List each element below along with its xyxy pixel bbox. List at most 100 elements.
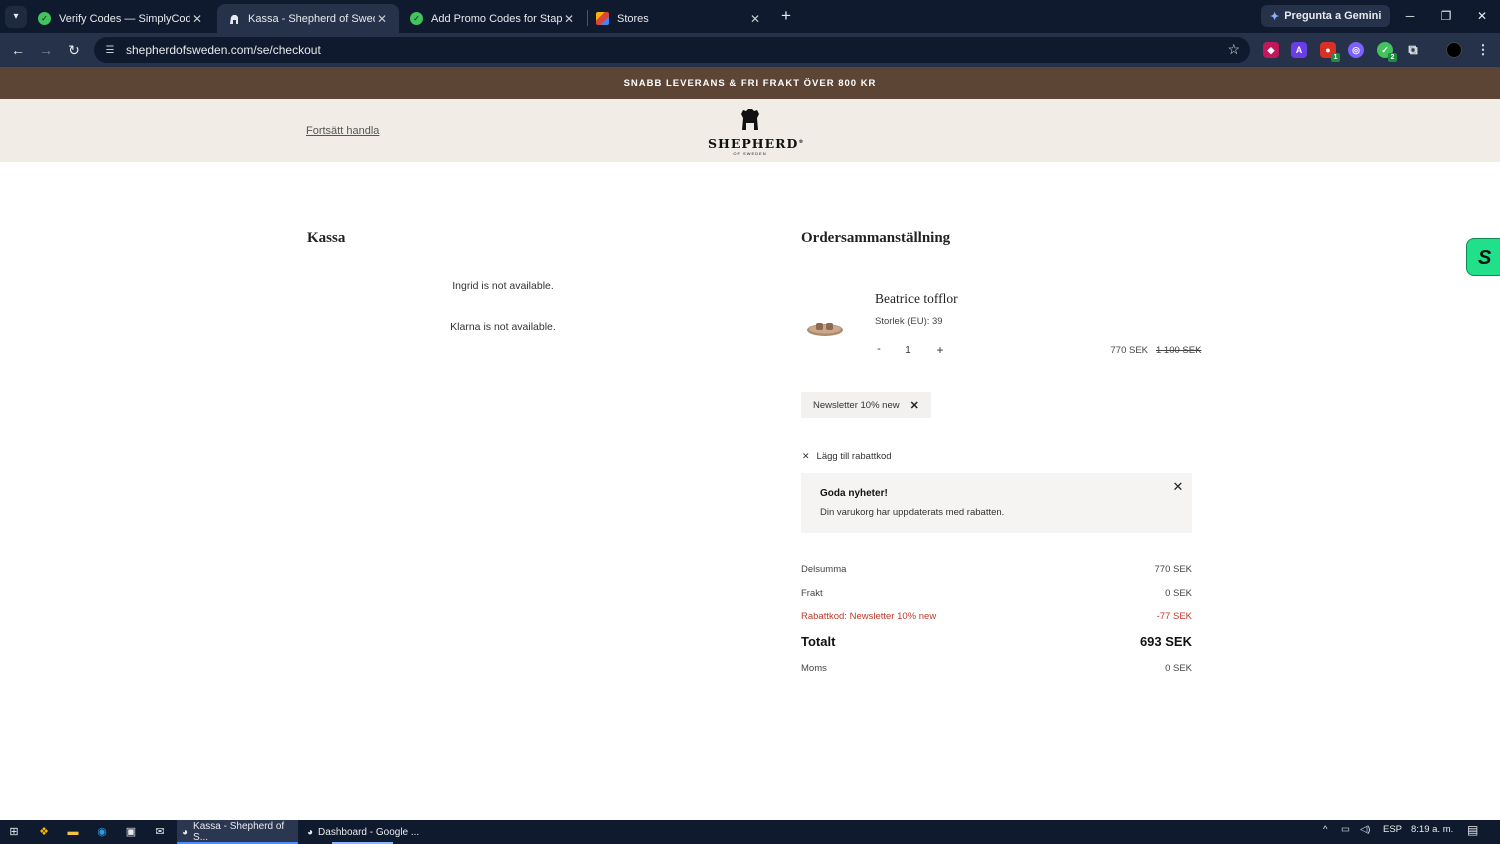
subtotal-row: Delsumma 770 SEK — [801, 564, 1192, 575]
order-summary-heading: Ordersammanställning — [801, 230, 951, 246]
discount-value: -77 SEK — [1156, 611, 1192, 622]
taskbar-app-dashboard[interactable]: ◕ Dashboard - Google ... — [302, 820, 423, 844]
url-text[interactable]: shepherdofsweden.com/se/checkout — [126, 43, 321, 57]
restore-window-icon[interactable]: ❐ — [1431, 6, 1461, 26]
simplycodes-favicon-icon: ✓ — [38, 12, 51, 25]
new-tab-button[interactable]: + — [777, 6, 795, 26]
taskbar-app-label: Dashboard - Google ... — [318, 826, 420, 838]
input-language[interactable]: ESP — [1383, 824, 1402, 835]
close-tab-icon[interactable]: ✕ — [748, 12, 762, 26]
site-settings-icon[interactable]: ☰ — [102, 45, 118, 56]
promo-banner: SNABB LEVERANS & FRI FRAKT ÖVER 800 KR — [0, 67, 1500, 99]
shipping-value: 0 SEK — [1165, 588, 1192, 599]
close-tab-icon[interactable]: ✕ — [562, 12, 576, 26]
edge-browser-icon[interactable]: ◉ — [94, 824, 110, 840]
add-discount-code-toggle[interactable]: ✕ Lägg till rabattkod — [802, 451, 892, 462]
continue-shopping-link[interactable]: Fortsätt handla — [306, 125, 379, 137]
notice-body: Din varukorg har uppdaterats med rabatte… — [820, 507, 1005, 518]
extensions-puzzle-icon[interactable]: ⧉ — [1405, 42, 1421, 58]
simplycodes-favicon-icon: ✓ — [410, 12, 423, 25]
discount-label: Rabattkod: Newsletter 10% new — [801, 611, 937, 622]
discount-row: Rabattkod: Newsletter 10% new -77 SEK — [801, 611, 1192, 622]
slipper-icon — [807, 323, 843, 336]
minimize-window-icon[interactable]: ─ — [1395, 6, 1425, 26]
logo-text: SHEPHERD — [708, 136, 799, 151]
logo-registered-mark: ® — [798, 138, 805, 145]
bookmark-star-icon[interactable]: ☆ — [1227, 41, 1240, 58]
taskbar-app-label: Kassa - Shepherd of S... — [193, 821, 285, 843]
browser-toolbar: ← → ↻ ☰ shepherdofsweden.com/se/checkout… — [0, 33, 1500, 67]
copilot-icon[interactable]: ❖ — [36, 824, 52, 840]
site-header: Fortsätt handla SHEPHERD® OF SWEDEN — [0, 99, 1500, 162]
windows-start-icon[interactable]: ⊞ — [6, 824, 22, 840]
profile-avatar-icon[interactable] — [1446, 42, 1462, 58]
total-row: Totalt 693 SEK — [801, 634, 1192, 649]
close-icon[interactable]: ✕ — [802, 451, 810, 462]
total-label: Totalt — [801, 634, 836, 649]
reload-icon[interactable]: ↻ — [64, 40, 84, 60]
payment-unavailable-klarna: Klarna is not available. — [450, 321, 556, 333]
close-tab-icon[interactable]: ✕ — [190, 12, 204, 26]
notice-close-icon[interactable]: ✕ — [1171, 479, 1185, 495]
quantity-decrease-button[interactable]: - — [874, 343, 884, 355]
extension-a-icon[interactable]: A — [1291, 42, 1307, 58]
dog-logo-icon — [741, 109, 759, 130]
gemini-sparkle-icon: ✦ — [1270, 10, 1280, 23]
subtotal-label: Delsumma — [801, 564, 847, 575]
tray-chevron-icon[interactable]: ^ — [1323, 824, 1327, 835]
extension-simplycodes-icon[interactable]: ✓ 2 — [1377, 42, 1397, 62]
close-tab-icon[interactable]: ✕ — [375, 12, 389, 26]
vat-row: Moms 0 SEK — [801, 663, 1192, 674]
product-size: Storlek (EU): 39 — [875, 316, 943, 327]
browser-tab-bar: ▾ ✓ Verify Codes — SimplyCodes ✕ Kassa -… — [0, 0, 1500, 33]
product-original-price: 1 100 SEK — [1156, 345, 1202, 356]
logo-wordmark: SHEPHERD® — [708, 136, 803, 151]
applied-coupon-chip: Newsletter 10% new ✕ — [801, 392, 931, 418]
vat-label: Moms — [801, 663, 827, 674]
mail-icon[interactable]: ✉ — [152, 824, 168, 840]
coupon-chip-label: Newsletter 10% new — [813, 399, 900, 411]
volume-icon[interactable]: ◁) — [1360, 824, 1370, 835]
store-icon[interactable]: ▣ — [123, 824, 139, 840]
shepherd-favicon-icon — [227, 12, 240, 25]
close-window-icon[interactable]: ✕ — [1467, 6, 1497, 26]
tab-stores[interactable]: Stores ✕ — [586, 4, 772, 33]
tab-search-icon[interactable]: ▾ — [5, 5, 27, 28]
subtotal-value: 770 SEK — [1154, 564, 1193, 575]
quantity-value: 1 — [905, 345, 911, 356]
browser-menu-icon[interactable]: ⋮ — [1475, 42, 1491, 58]
shipping-row: Frakt 0 SEK — [801, 588, 1192, 599]
address-bar[interactable]: ☰ shepherdofsweden.com/se/checkout ☆ — [94, 37, 1250, 63]
clock[interactable]: 8:19 a. m. — [1411, 824, 1453, 835]
extension-shield-icon[interactable]: ◆ — [1263, 42, 1279, 58]
tab-add-promo-codes[interactable]: ✓ Add Promo Codes for Staples - ✕ — [400, 4, 586, 33]
shipping-label: Frakt — [801, 588, 823, 599]
back-arrow-icon[interactable]: ← — [8, 40, 28, 60]
chrome-icon: ◕ — [182, 826, 189, 838]
tab-title: Add Promo Codes for Staples - — [431, 12, 562, 25]
chrome-icon: ◕ — [307, 826, 314, 838]
product-name[interactable]: Beatrice tofflor — [875, 291, 958, 307]
extension-red-icon[interactable]: ● 1 — [1320, 42, 1340, 62]
add-discount-code-label: Lägg till rabattkod — [816, 451, 892, 462]
product-price: 770 SEK — [1110, 345, 1149, 356]
stores-favicon-icon — [596, 12, 609, 25]
extension-purple-icon[interactable]: ◎ — [1348, 42, 1364, 58]
notifications-icon[interactable]: ▤ — [1467, 823, 1478, 837]
forward-arrow-icon[interactable]: → — [36, 40, 56, 60]
gemini-button[interactable]: ✦ Pregunta a Gemini — [1261, 5, 1391, 27]
tab-verify-codes[interactable]: ✓ Verify Codes — SimplyCodes ✕ — [28, 4, 214, 33]
taskbar-app-kassa[interactable]: ◕ Kassa - Shepherd of S... — [177, 820, 298, 844]
file-explorer-icon[interactable]: ▬ — [65, 824, 81, 840]
checkout-heading: Kassa — [307, 230, 346, 246]
tab-title: Verify Codes — SimplyCodes — [59, 12, 190, 25]
product-image — [803, 312, 847, 340]
network-icon[interactable]: ▭ — [1341, 824, 1350, 835]
shepherd-logo[interactable]: SHEPHERD® OF SWEDEN — [708, 108, 803, 156]
tab-kassa[interactable]: Kassa - Shepherd of Sweden ✕ — [217, 4, 399, 33]
remove-coupon-icon[interactable]: ✕ — [910, 399, 919, 412]
notice-title: Goda nyheter! — [820, 488, 888, 499]
quantity-increase-button[interactable]: + — [934, 343, 946, 357]
simplycodes-floating-button[interactable]: S — [1466, 238, 1500, 276]
logo-subtitle: OF SWEDEN — [733, 151, 767, 156]
